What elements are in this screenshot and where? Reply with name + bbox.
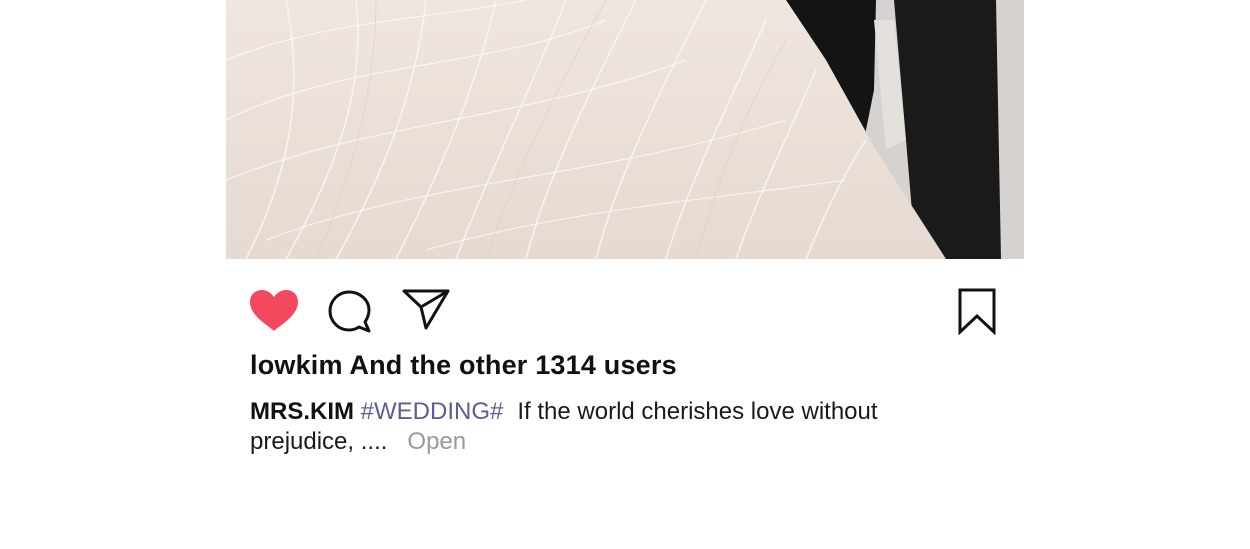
heart-icon xyxy=(250,290,298,331)
like-button[interactable] xyxy=(249,289,299,333)
wedding-photo xyxy=(226,0,1024,259)
caption: MRS.KIM #WEDDING# If the world cherishes … xyxy=(250,397,950,457)
post-photo[interactable] xyxy=(226,0,1024,259)
share-button[interactable] xyxy=(401,287,451,331)
save-button[interactable] xyxy=(957,287,997,336)
post-card: lowkim And the other 1314 users MRS.KIM … xyxy=(0,0,1250,549)
caption-open-link[interactable]: Open xyxy=(407,428,466,455)
comment-icon xyxy=(328,290,371,333)
bookmark-icon xyxy=(958,288,996,336)
caption-hashtag[interactable]: #WEDDING# xyxy=(361,398,504,425)
likes-count[interactable]: lowkim And the other 1314 users xyxy=(250,350,677,381)
send-icon xyxy=(402,289,450,330)
caption-author[interactable]: MRS.KIM xyxy=(250,398,354,425)
comment-button[interactable] xyxy=(327,289,373,333)
